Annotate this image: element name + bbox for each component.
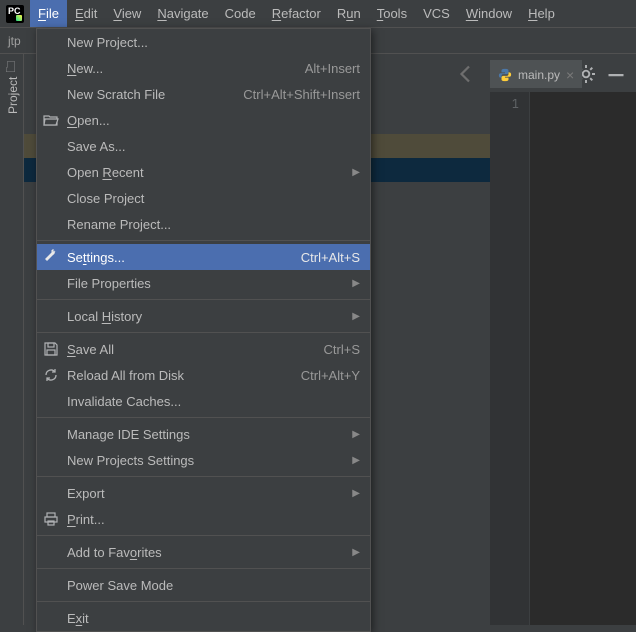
- menu-separator: [37, 240, 370, 241]
- editor-gutter: 1: [490, 92, 530, 625]
- file-reload[interactable]: Reload All from DiskCtrl+Alt+Y: [37, 362, 370, 388]
- editor-tab-main-py[interactable]: main.py ×: [490, 60, 582, 88]
- menu-separator: [37, 476, 370, 477]
- open-folder-icon: [43, 112, 59, 128]
- menu-navigate[interactable]: Navigate: [149, 0, 216, 27]
- menu-edit[interactable]: Edit: [67, 0, 105, 27]
- file-invalidate-caches[interactable]: Invalidate Caches...: [37, 388, 370, 414]
- menu-separator: [37, 332, 370, 333]
- file-new[interactable]: New...Alt+Insert: [37, 55, 370, 81]
- project-tool-tab[interactable]: Project 🗀: [2, 61, 23, 114]
- submenu-arrow-icon: ▶: [352, 488, 360, 499]
- file-new-project[interactable]: New Project...: [37, 29, 370, 55]
- file-power-save[interactable]: Power Save Mode: [37, 572, 370, 598]
- folder-icon: 🗀: [2, 61, 23, 73]
- menu-view[interactable]: View: [105, 0, 149, 27]
- file-manage-ide[interactable]: Manage IDE Settings▶: [37, 421, 370, 447]
- menu-vcs[interactable]: VCS: [415, 0, 458, 27]
- file-print[interactable]: Print...: [37, 506, 370, 532]
- submenu-arrow-icon: ▶: [352, 429, 360, 440]
- menu-separator: [37, 417, 370, 418]
- back-button[interactable]: [454, 62, 478, 86]
- submenu-arrow-icon: ▶: [352, 547, 360, 558]
- menu-file[interactable]: File: [30, 0, 67, 27]
- menu-window[interactable]: Window: [458, 0, 520, 27]
- menu-separator: [37, 299, 370, 300]
- file-export[interactable]: Export▶: [37, 480, 370, 506]
- print-icon: [43, 511, 59, 527]
- file-settings[interactable]: Settings...Ctrl+Alt+S: [37, 244, 370, 270]
- menubar: PC File Edit View Navigate Code Refactor…: [0, 0, 636, 28]
- file-open-recent[interactable]: Open Recent▶: [37, 159, 370, 185]
- menu-help[interactable]: Help: [520, 0, 563, 27]
- file-save-all[interactable]: Save AllCtrl+S: [37, 336, 370, 362]
- file-menu-dropdown: New Project... New...Alt+Insert New Scra…: [36, 28, 371, 632]
- menu-separator: [37, 568, 370, 569]
- submenu-arrow-icon: ▶: [352, 311, 360, 322]
- python-file-icon: [498, 68, 512, 82]
- pycharm-logo: PC: [0, 0, 30, 27]
- editor-code-area[interactable]: [530, 92, 636, 625]
- submenu-arrow-icon: ▶: [352, 167, 360, 178]
- editor-tab-label: main.py: [518, 68, 560, 82]
- submenu-arrow-icon: ▶: [352, 455, 360, 466]
- file-open[interactable]: Open...: [37, 107, 370, 133]
- minimize-button[interactable]: [604, 62, 628, 86]
- file-new-proj-settings[interactable]: New Projects Settings▶: [37, 447, 370, 473]
- close-icon[interactable]: ×: [566, 67, 574, 83]
- menu-refactor[interactable]: Refactor: [264, 0, 329, 27]
- file-exit[interactable]: Exit: [37, 605, 370, 631]
- menu-tools[interactable]: Tools: [369, 0, 415, 27]
- left-tool-rail: Project 🗀: [0, 54, 24, 625]
- menu-run[interactable]: Run: [329, 0, 369, 27]
- submenu-arrow-icon: ▶: [352, 278, 360, 289]
- file-save-as[interactable]: Save As...: [37, 133, 370, 159]
- menu-separator: [37, 601, 370, 602]
- file-local-history[interactable]: Local History▶: [37, 303, 370, 329]
- menu-separator: [37, 535, 370, 536]
- breadcrumb-root[interactable]: jtp: [8, 34, 21, 48]
- file-properties[interactable]: File Properties▶: [37, 270, 370, 296]
- menu-code[interactable]: Code: [217, 0, 264, 27]
- line-number: 1: [490, 92, 529, 112]
- reload-icon: [43, 367, 59, 383]
- file-close-project[interactable]: Close Project: [37, 185, 370, 211]
- file-rename-project[interactable]: Rename Project...: [37, 211, 370, 237]
- wrench-icon: [43, 249, 59, 265]
- file-new-scratch[interactable]: New Scratch FileCtrl+Alt+Shift+Insert: [37, 81, 370, 107]
- file-add-favorites[interactable]: Add to Favorites▶: [37, 539, 370, 565]
- save-icon: [43, 341, 59, 357]
